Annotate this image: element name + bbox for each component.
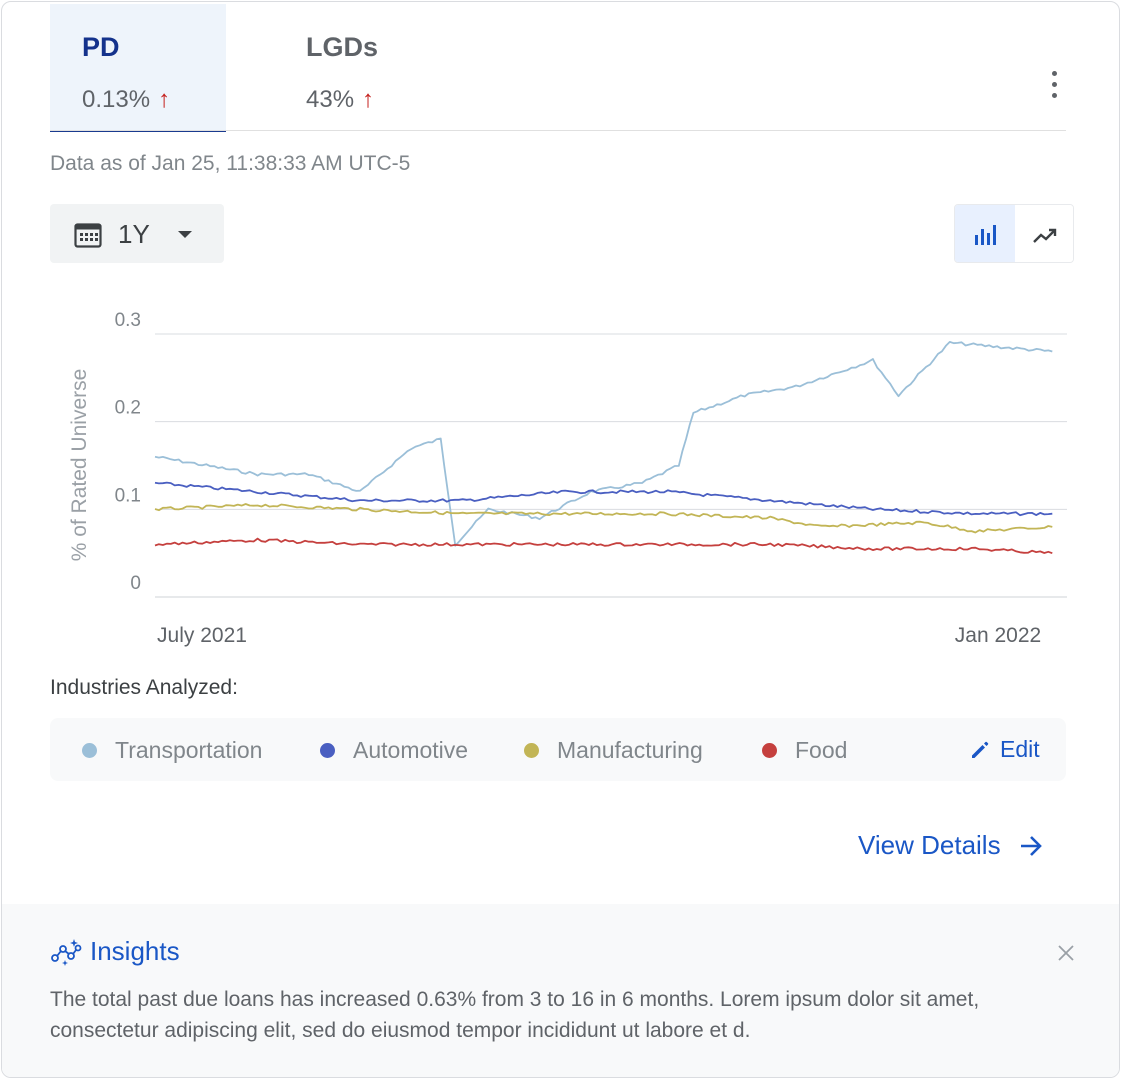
pd-value: 0.13% [82, 86, 151, 113]
y-tick-label: 0.2 [115, 398, 141, 419]
view-details-label: View Details [858, 830, 1001, 860]
arrow-right-icon [1020, 835, 1042, 856]
arrow-up-icon: ↑ [362, 86, 375, 113]
line-chart: 0.3 0.2 0.1 0 % of Rated Universe July 2021 Ja… [68, 310, 1067, 647]
tab-lgds-value: 43% ↑ [306, 86, 374, 114]
legend-label: Food [795, 736, 848, 763]
calendar-icon [74, 223, 102, 248]
x-tick-label: Jan 2022 [955, 624, 1041, 647]
period-value: 1Y [118, 219, 150, 249]
legend-item-food[interactable]: Food [762, 737, 847, 763]
more-options-icon[interactable] [1042, 68, 1068, 102]
legend-item-manufacturing[interactable]: Manufacturing [524, 737, 703, 763]
legend-dot [524, 742, 539, 758]
chart-view-toggle [954, 204, 1074, 263]
legend-dot [762, 742, 777, 758]
view-details-link[interactable]: View Details [858, 830, 1043, 861]
legend-dot [82, 742, 97, 758]
period-dropdown[interactable]: 1Y [50, 204, 224, 263]
bar-chart-view-button[interactable] [955, 205, 1015, 262]
x-tick-label: July 2021 [157, 624, 247, 647]
insights-icon [51, 938, 82, 966]
y-tick-label: 0.3 [115, 310, 141, 331]
insights-text: The total past due loans has increased 0… [50, 988, 980, 1042]
series-line-transportation [154, 341, 1053, 547]
tab-pd-value: 0.13% ↑ [82, 86, 170, 114]
lgds-value: 43% [306, 86, 355, 113]
series-line-manufacturing [154, 503, 1053, 534]
y-tick-label: 0 [130, 573, 141, 594]
industries-label: Industries Analyzed: [50, 676, 238, 699]
legend: Transportation Automotive Manufacturing … [50, 718, 1066, 781]
edit-industries-button[interactable]: Edit [970, 736, 1040, 763]
legend-label: Transportation [115, 736, 263, 763]
legend-label: Manufacturing [557, 736, 703, 763]
tab-pd[interactable]: PD 0.13% ↑ [50, 4, 226, 132]
y-axis-title: % of Rated Universe [68, 369, 91, 562]
legend-item-transportation[interactable]: Transportation [82, 737, 262, 763]
insights-header: Insights [50, 936, 180, 967]
close-icon[interactable] [1057, 944, 1075, 962]
legend-label: Automotive [353, 736, 469, 763]
trending-up-icon [1033, 228, 1057, 243]
insights-panel: Insights The total past due loans has in… [2, 904, 1119, 1077]
series-line-food [154, 537, 1053, 555]
line-chart-view-button[interactable] [1015, 205, 1073, 262]
insights-title: Insights [90, 936, 180, 966]
chevron-down-icon [178, 231, 192, 238]
edit-label: Edit [1000, 736, 1040, 762]
legend-item-automotive[interactable]: Automotive [320, 737, 468, 763]
tab-lgds-label: LGDs [306, 32, 379, 62]
pencil-icon [972, 741, 989, 758]
bar-chart-icon [975, 225, 996, 245]
tab-pd-label: PD [82, 32, 120, 62]
tabs-divider [50, 130, 1066, 131]
data-timestamp: Data as of Jan 25, 11:38:33 AM UTC-5 [50, 152, 411, 175]
y-tick-label: 0.1 [115, 485, 141, 506]
legend-dot [320, 742, 335, 758]
arrow-up-icon: ↑ [158, 86, 171, 113]
tab-lgds[interactable]: LGDs 43% ↑ [282, 4, 482, 132]
metrics-card: PD 0.13% ↑ LGDs 43% ↑ Data as of Jan 25, 1… [1, 1, 1120, 1078]
